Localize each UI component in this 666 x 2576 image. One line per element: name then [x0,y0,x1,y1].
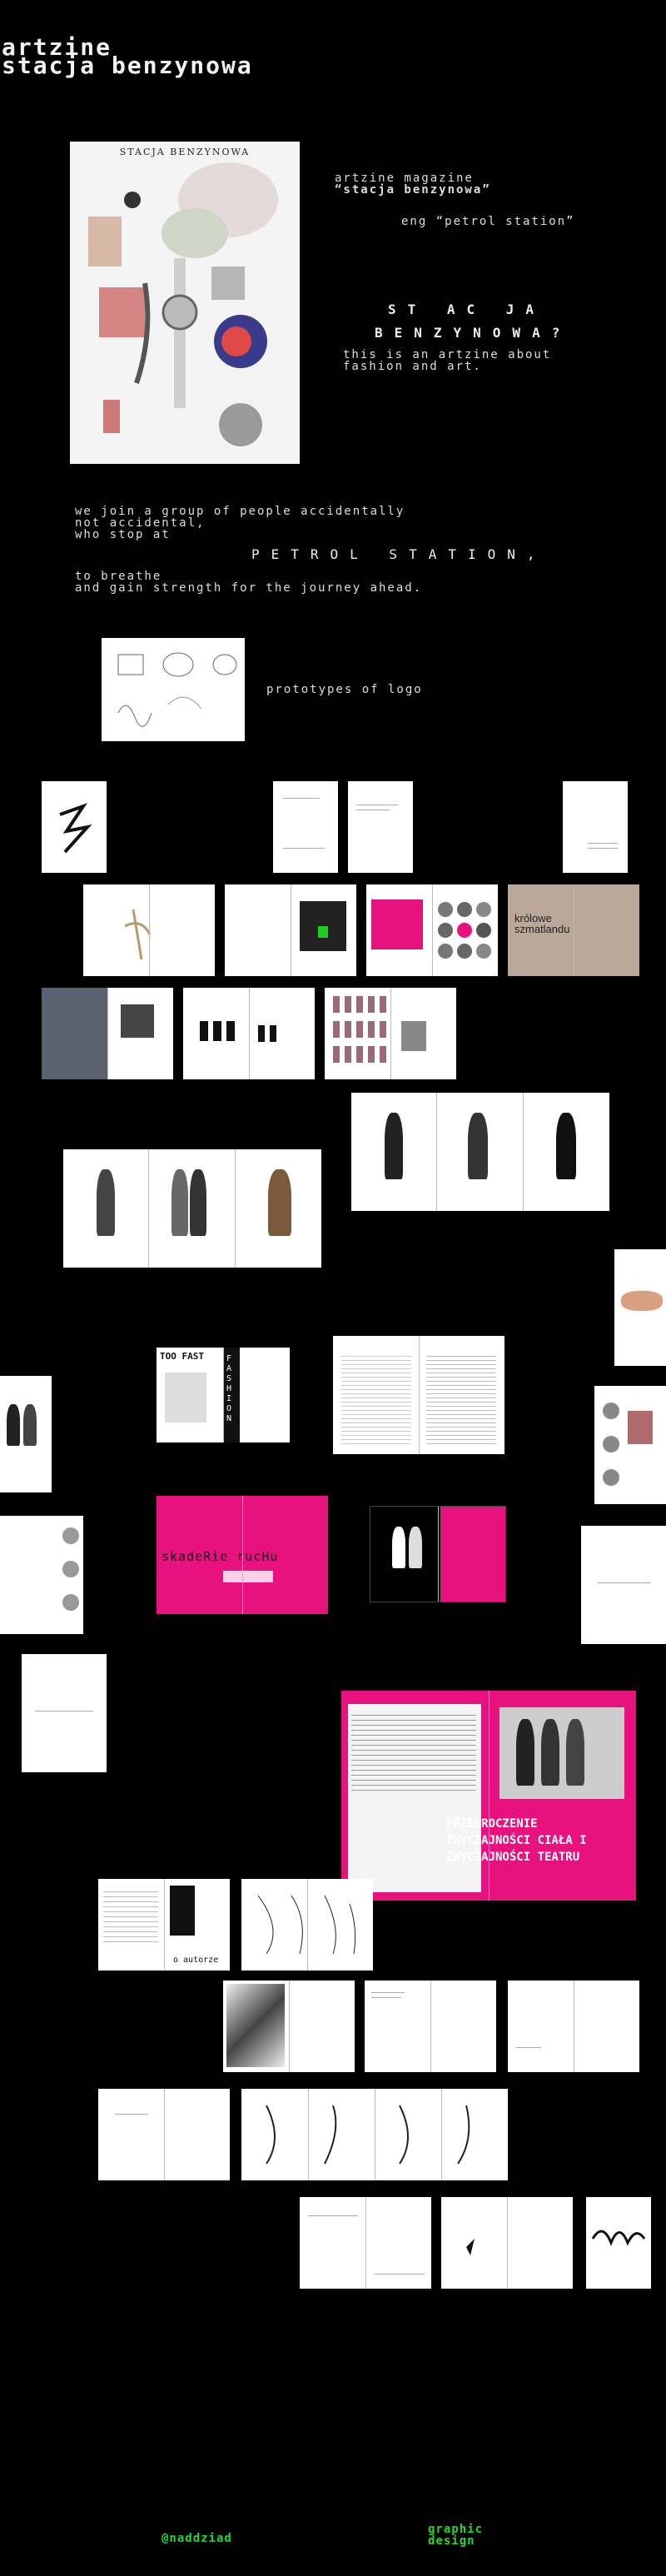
logo-sketches [117,652,237,727]
zine-sketches-spread [241,2089,508,2180]
site-title: artzine stacja benzynowa [2,36,253,77]
manifesto-line3: who stop at [75,528,171,541]
zine-spread [325,988,456,1079]
figures-triptych [63,1149,321,1268]
zine-page [273,781,338,873]
zine-page [614,1249,666,1366]
zine-cover: STACJA BENZYNOWA [70,142,300,464]
cover-collage [88,162,278,446]
zine-spread-o-autorze: o autorze [98,1879,230,1971]
footer-category[interactable]: graphic design [428,2524,483,2547]
zine-page [586,2197,651,2289]
o-autorze-text: o autorze [173,1956,219,1965]
zine-spread [241,1879,373,1971]
zine-spread-text [333,1336,504,1454]
zine-spread-przekroczenie: PRZEKROCZENIE ZWYCZAJNOŚCI CIAŁA I ZWYCZ… [341,1691,636,1901]
zine-spread [508,1981,639,2072]
zine-page [22,1654,107,1772]
zine-spread-fashion: TOO FAST FASHION [157,1348,290,1442]
fashion-vertical-text: FASHION [226,1354,232,1423]
zine-page [0,1516,83,1634]
question-line1: ST AC JA [388,301,546,317]
manifesto-line6: and gain strength for the journey ahead. [75,581,423,595]
zine-spread [98,2089,230,2180]
figures-triptych [351,1093,609,1211]
intro-line2: “stacja benzynowa” [335,183,491,197]
about-line2: fashion and art. [343,360,482,373]
zine-spread [42,988,173,1079]
zine-spread [83,884,215,976]
zine-spread-skaderie: skadeRie rucHu [157,1496,328,1614]
too-fast-text: TOO FAST [160,1351,204,1362]
zine-page [581,1526,666,1644]
zine-page [594,1386,666,1504]
zine-spread [441,2197,573,2289]
zine-spread [223,1981,355,2072]
site-title-line2: stacja benzynowa [2,52,253,79]
skaderie-text: skadeRie rucHu [162,1549,279,1564]
zine-spread [300,2197,431,2289]
logo-sketch-page [102,638,245,741]
intro-line3: eng “petrol station” [401,215,575,228]
zine-page [0,1376,52,1492]
manifesto-line4: PETROL STATION, [251,546,547,562]
krolowe-text: królowe szmatlandu [514,912,570,935]
question-line2: BENZYNOWA? [375,325,572,341]
zine-spread [183,988,315,1079]
zine-page [348,781,413,873]
zine-page [42,781,107,873]
logo-caption: prototypes of logo [266,683,423,696]
zine-spread [225,884,356,976]
zine-spread-krolowe: królowe szmatlandu [508,884,639,976]
zine-page [563,781,628,873]
zine-spread-dance [370,1506,506,1602]
footer-handle[interactable]: @naddziad [162,2532,232,2545]
przekroczenie-text: PRZEKROCZENIE ZWYCZAJNOŚCI CIAŁA I ZWYCZ… [446,1817,587,1864]
zine-spread [366,884,498,976]
zine-spread [365,1981,496,2072]
footer-category-line2: design [428,2534,475,2548]
